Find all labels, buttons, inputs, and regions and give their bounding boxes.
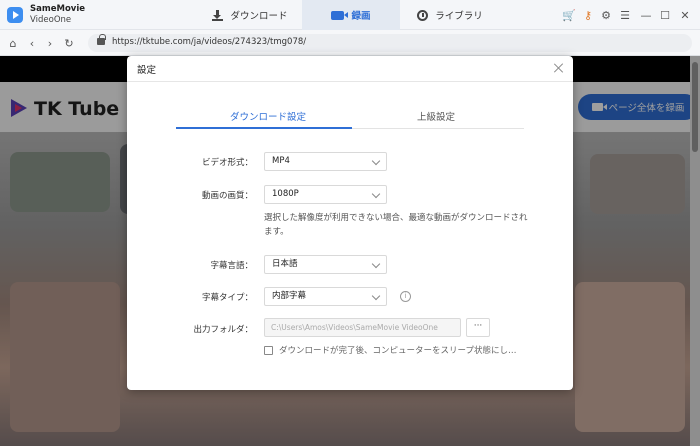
chevron-down-icon	[371, 259, 381, 269]
gear-icon[interactable]: ⚙	[599, 8, 613, 22]
sleep-checkbox-label[interactable]: ダウンロードが完了後、コンピューターをスリープ状態にし…	[279, 344, 517, 356]
output-folder-label: 出力フォルダ：	[193, 325, 253, 335]
video-format-value: MP4	[272, 156, 290, 166]
forward-icon[interactable]: ›	[43, 36, 57, 50]
video-format-label: ビデオ形式：	[201, 158, 253, 168]
sleep-checkbox[interactable]	[264, 346, 273, 355]
subtitle-language-value: 日本語	[272, 259, 298, 269]
tab-active-indicator	[176, 127, 352, 129]
close-icon[interactable]: ✕	[678, 8, 692, 22]
tab-record-label: 録画	[351, 11, 371, 22]
download-icon	[212, 9, 224, 21]
browse-folder-button[interactable]: ···	[466, 318, 490, 337]
quality-value: 1080P	[272, 189, 299, 199]
app-name: SameMovie	[30, 4, 85, 14]
minimize-icon[interactable]: —	[639, 8, 653, 22]
dialog-title: 設定	[137, 65, 157, 76]
title-bar: SameMovie VideoOne ダウンロード 録画 ライブラリ 🛒 ⚷ ⚙…	[0, 0, 700, 30]
clock-icon	[417, 9, 429, 21]
tab-record[interactable]: 録画	[302, 0, 400, 30]
output-folder-field[interactable]: C:\Users\Amos\Videos\SameMovie VideoOne	[264, 318, 461, 337]
lock-icon	[97, 34, 106, 45]
menu-icon[interactable]: ☰	[618, 8, 632, 22]
address-bar[interactable]: https://tktube.com/ja/videos/274323/tmg0…	[88, 34, 692, 52]
divider	[127, 81, 573, 82]
chevron-down-icon	[371, 291, 381, 301]
subtitle-language-select[interactable]: 日本語	[264, 255, 387, 274]
chevron-down-icon	[371, 156, 381, 166]
subtitle-type-label: 字幕タイプ：	[201, 293, 253, 303]
quality-label: 動画の画質：	[201, 191, 253, 201]
chevron-down-icon	[371, 189, 381, 199]
quality-select[interactable]: 1080P	[264, 185, 387, 204]
tab-advanced-settings[interactable]: 上級設定	[417, 109, 455, 123]
app-subname: VideoOne	[30, 15, 72, 25]
back-icon[interactable]: ‹	[25, 36, 39, 50]
video-format-select[interactable]: MP4	[264, 152, 387, 171]
tab-library[interactable]: ライブラリ	[400, 0, 500, 30]
tab-library-label: ライブラリ	[435, 11, 483, 22]
cart-icon[interactable]: 🛒	[562, 8, 576, 22]
settings-dialog: 設定 ダウンロード設定 上級設定 ビデオ形式： MP4 動画の画質： 1080P…	[127, 56, 573, 390]
tab-download-label: ダウンロード	[230, 11, 288, 22]
close-icon[interactable]	[553, 62, 565, 74]
info-icon[interactable]: i	[400, 291, 411, 302]
tab-download[interactable]: ダウンロード	[200, 0, 300, 30]
subtitle-type-select[interactable]: 内部字幕	[264, 287, 387, 306]
app-logo-icon	[7, 7, 23, 23]
video-camera-icon	[331, 10, 349, 20]
url-text: https://tktube.com/ja/videos/274323/tmg0…	[112, 37, 307, 47]
tab-download-settings[interactable]: ダウンロード設定	[230, 109, 306, 123]
key-icon[interactable]: ⚷	[581, 8, 595, 22]
subtitle-type-value: 内部字幕	[272, 291, 307, 301]
browser-toolbar: ⌂ ‹ › ↻ https://tktube.com/ja/videos/274…	[0, 30, 700, 56]
reload-icon[interactable]: ↻	[62, 36, 76, 50]
quality-note: 選択した解像度が利用できない場合、最適な動画がダウンロードされます。	[264, 213, 528, 237]
maximize-icon[interactable]: ☐	[658, 8, 672, 22]
home-icon[interactable]: ⌂	[6, 36, 20, 50]
subtitle-language-label: 字幕言語：	[210, 261, 253, 271]
